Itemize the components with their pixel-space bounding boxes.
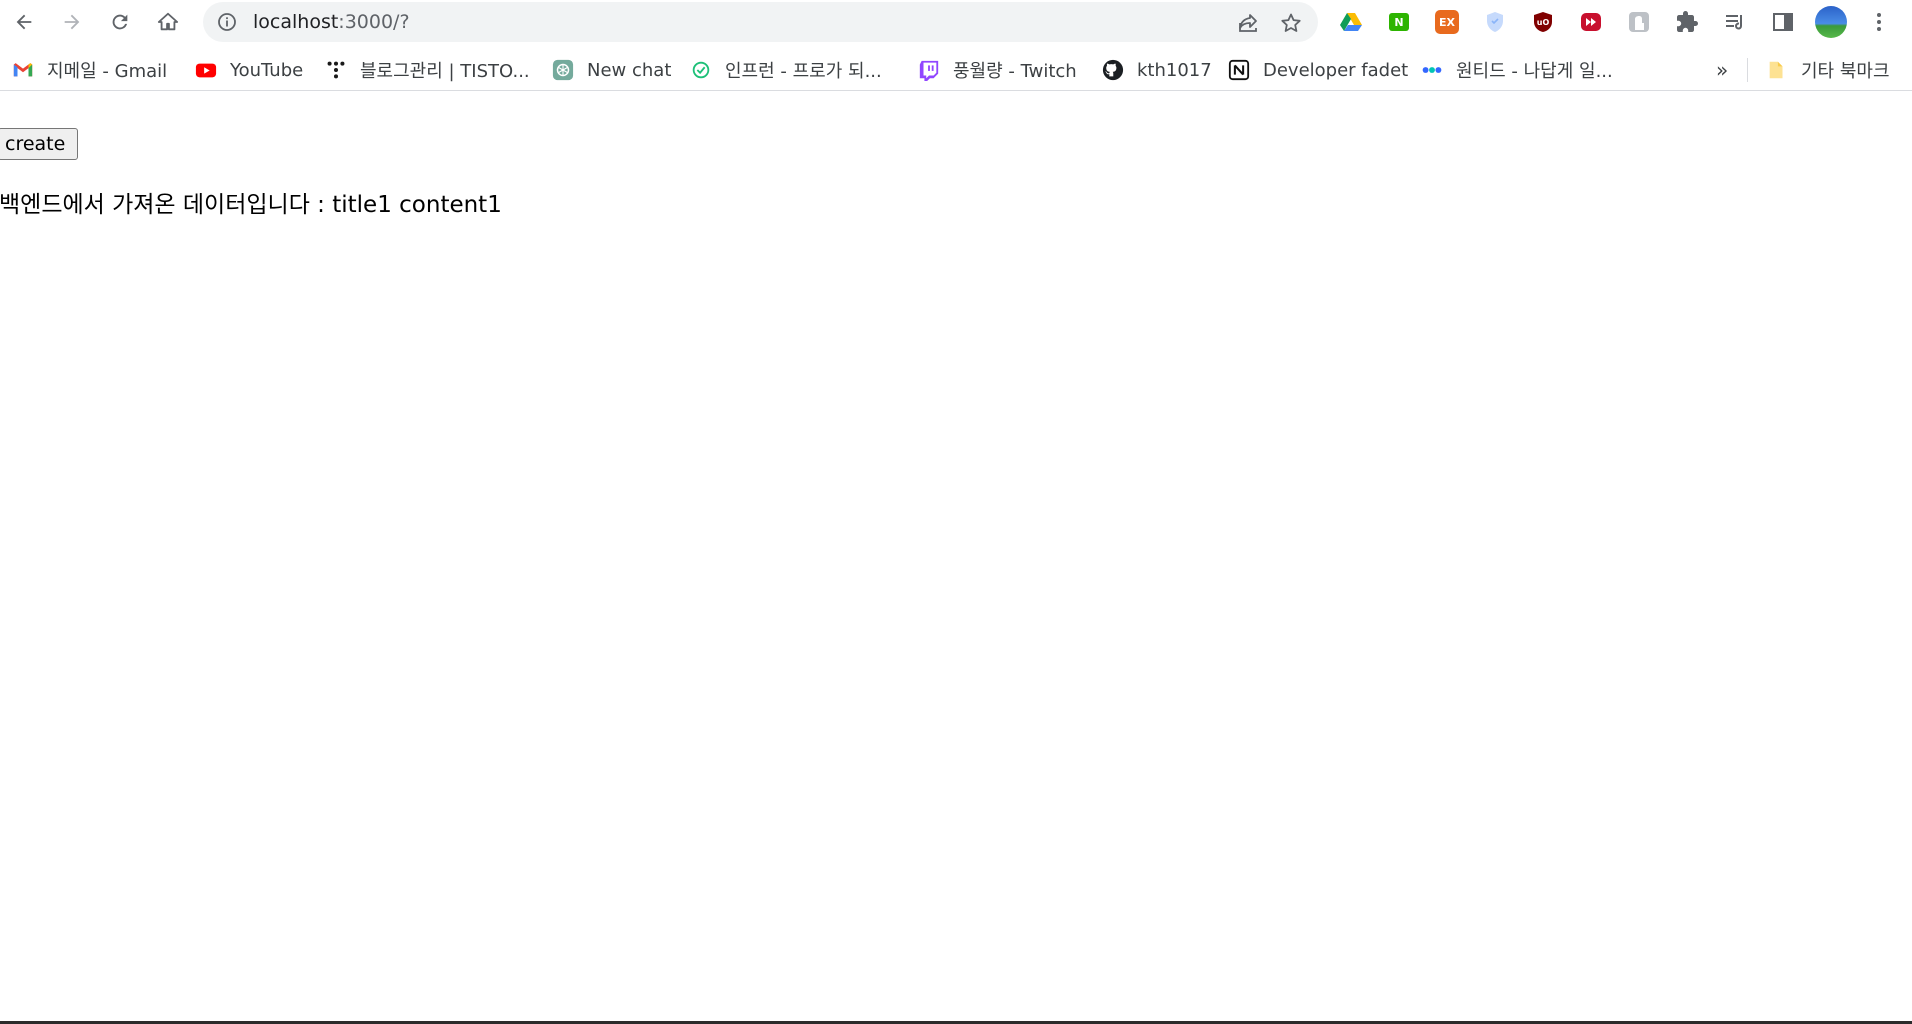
- puzzle-extensions-icon: [1677, 11, 1698, 32]
- ublock-origin-extension[interactable]: uO: [1529, 8, 1557, 36]
- home-icon: [157, 12, 179, 31]
- shield-extension-icon: [1487, 12, 1503, 32]
- bookmark-wanted[interactable]: 원티드 - 나답게 일...: [1421, 54, 1613, 86]
- bookmark-label: 블로그관리 | TISTO...: [360, 61, 530, 82]
- bookmark-inflearn[interactable]: 인프런 - 프로가 되...: [690, 54, 882, 86]
- url-text[interactable]: localhost:3000/?: [253, 12, 410, 32]
- page-content: create 백엔드에서 가져온 데이터입니다 : title1 content…: [0, 91, 1912, 1024]
- bookmark-label: 원티드 - 나답게 일...: [1456, 61, 1613, 82]
- extensions-button[interactable]: [1673, 8, 1701, 36]
- bookmark-youtube[interactable]: YouTube: [195, 54, 303, 86]
- bookmark-label: kth1017: [1137, 59, 1212, 81]
- backend-data-message: 백엔드에서 가져온 데이터입니다 : title1 content1: [0, 192, 502, 218]
- profile-avatar[interactable]: [1815, 6, 1847, 38]
- ex-extension[interactable]: EX: [1433, 8, 1461, 36]
- create-button[interactable]: create: [0, 128, 79, 160]
- reading-list-icon: [1726, 15, 1743, 30]
- other-bookmarks-folder[interactable]: 기타 북마크: [1766, 54, 1890, 86]
- home-button[interactable]: [152, 6, 184, 38]
- fast-forward-extension-icon: [1581, 13, 1601, 31]
- site-info-icon[interactable]: [217, 12, 237, 32]
- bookmark-github[interactable]: kth1017: [1102, 54, 1212, 86]
- fast-forward-extension[interactable]: [1577, 8, 1605, 36]
- google-drive-extension[interactable]: [1337, 8, 1365, 36]
- github-icon: [1102, 59, 1124, 81]
- inflearn-icon: [690, 59, 712, 81]
- bookmark-star-icon[interactable]: [1279, 11, 1303, 35]
- naver-extension-icon: N: [1389, 13, 1409, 31]
- ex-extension-icon: EX: [1435, 10, 1459, 34]
- bookmark-label: YouTube: [230, 59, 304, 81]
- arrow-right-icon: [64, 14, 80, 30]
- bookmarks-bar: 지메일 - Gmail YouTube 블로그관리 | TISTO... New…: [0, 50, 1912, 91]
- address-bar[interactable]: localhost:3000/?: [203, 2, 1318, 42]
- side-panel-icon: [1773, 13, 1793, 31]
- bookmark-tistory[interactable]: 블로그관리 | TISTO...: [325, 54, 530, 86]
- bookmark-twitch[interactable]: 풍월량 - Twitch: [918, 54, 1077, 86]
- chatgpt-icon: [552, 59, 574, 81]
- browser-menu-button[interactable]: [1865, 8, 1893, 36]
- naver-extension[interactable]: N: [1385, 8, 1413, 36]
- bookmark-gmail[interactable]: 지메일 - Gmail: [12, 54, 167, 86]
- bookmark-label: 지메일 - Gmail: [47, 61, 168, 82]
- browser-toolbar: localhost:3000/? N EX uO: [0, 0, 1912, 44]
- bookmark-label: 기타 북마크: [1801, 61, 1890, 82]
- url-path: :3000/?: [338, 11, 410, 33]
- more-vert-icon: [1877, 13, 1881, 31]
- bookmarks-divider: [1747, 58, 1748, 82]
- share-icon[interactable]: [1236, 11, 1260, 35]
- bookmark-label: Developer fadet: [1263, 59, 1409, 81]
- youtube-icon: [195, 59, 217, 81]
- folder-icon: [1766, 59, 1788, 81]
- ublock-origin-icon: uO: [1534, 12, 1552, 32]
- wanted-icon: [1421, 59, 1443, 81]
- grey-extension-icon: [1629, 12, 1649, 32]
- back-button[interactable]: [8, 6, 40, 38]
- arrow-left-icon: [16, 14, 32, 30]
- bookmark-new-chat[interactable]: New chat: [552, 54, 671, 86]
- notion-icon: [1228, 59, 1250, 81]
- url-host: localhost: [253, 11, 339, 33]
- gmail-icon: [12, 59, 34, 81]
- bookmark-label: 인프런 - 프로가 되...: [725, 61, 882, 82]
- reload-button[interactable]: [104, 6, 136, 38]
- grey-extension[interactable]: [1625, 8, 1653, 36]
- more-bookmarks-button[interactable]: »: [1716, 58, 1728, 82]
- bookmark-label: New chat: [587, 59, 672, 81]
- reading-list-button[interactable]: [1721, 8, 1749, 36]
- tistory-icon: [325, 59, 347, 81]
- google-drive-icon: [1340, 13, 1362, 31]
- side-panel-button[interactable]: [1769, 8, 1797, 36]
- bookmark-notion[interactable]: Developer fadet: [1228, 54, 1408, 86]
- forward-button[interactable]: [56, 6, 88, 38]
- shield-extension[interactable]: [1481, 8, 1509, 36]
- twitch-icon: [918, 59, 940, 81]
- svg-text:uO: uO: [1537, 18, 1550, 27]
- bookmark-label: 풍월량 - Twitch: [953, 61, 1077, 82]
- reload-icon: [112, 14, 128, 30]
